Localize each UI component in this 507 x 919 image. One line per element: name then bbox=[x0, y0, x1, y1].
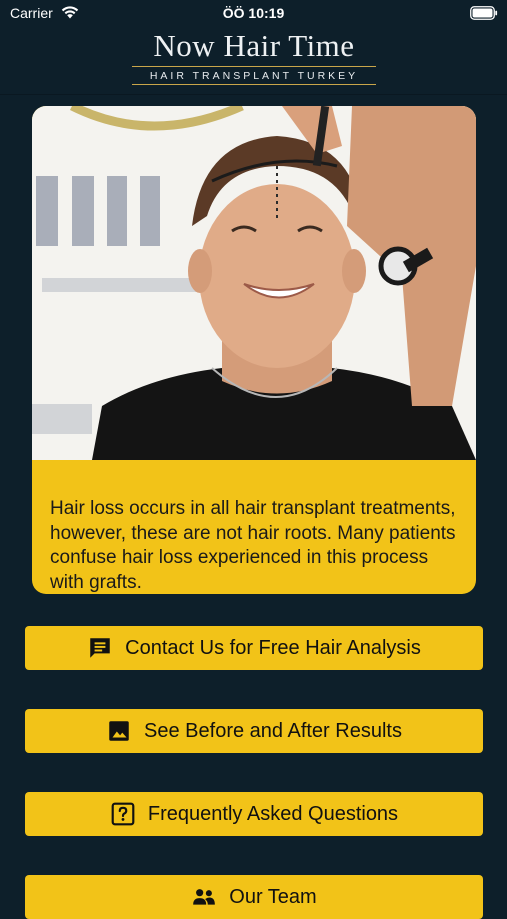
faq-button-label: Frequently Asked Questions bbox=[147, 802, 399, 825]
brand-logo: Now Hair Time HAIR TRANSPLANT TURKEY bbox=[128, 30, 380, 86]
faq-button[interactable]: Frequently Asked Questions bbox=[25, 792, 483, 836]
logo-title: Now Hair Time bbox=[153, 28, 355, 63]
header-divider bbox=[0, 94, 507, 95]
before-after-results-button[interactable]: See Before and After Results bbox=[25, 709, 483, 753]
question-icon bbox=[111, 802, 135, 826]
logo-divider-bottom bbox=[132, 84, 376, 85]
hero-description: Hair loss occurs in all hair transplant … bbox=[50, 498, 456, 593]
our-team-button[interactable]: Our Team bbox=[25, 875, 483, 919]
chat-icon bbox=[90, 638, 110, 658]
contact-free-analysis-button[interactable]: Contact Us for Free Hair Analysis bbox=[25, 626, 483, 670]
app-header: Now Hair Time HAIR TRANSPLANT TURKEY bbox=[0, 24, 507, 94]
people-icon bbox=[193, 889, 216, 905]
battery-icon bbox=[470, 6, 498, 20]
hero-card: Hair loss occurs in all hair transplant … bbox=[32, 106, 476, 594]
hero-photo bbox=[32, 106, 476, 460]
contact-button-label: Contact Us for Free Hair Analysis bbox=[125, 636, 421, 659]
team-button-label: Our Team bbox=[229, 885, 317, 908]
results-button-label: See Before and After Results bbox=[144, 719, 402, 742]
logo-subtitle: HAIR TRANSPLANT TURKEY bbox=[149, 70, 359, 82]
image-icon bbox=[109, 721, 129, 741]
status-time: ÖÖ 10:19 bbox=[222, 5, 285, 21]
logo-divider bbox=[132, 66, 376, 67]
